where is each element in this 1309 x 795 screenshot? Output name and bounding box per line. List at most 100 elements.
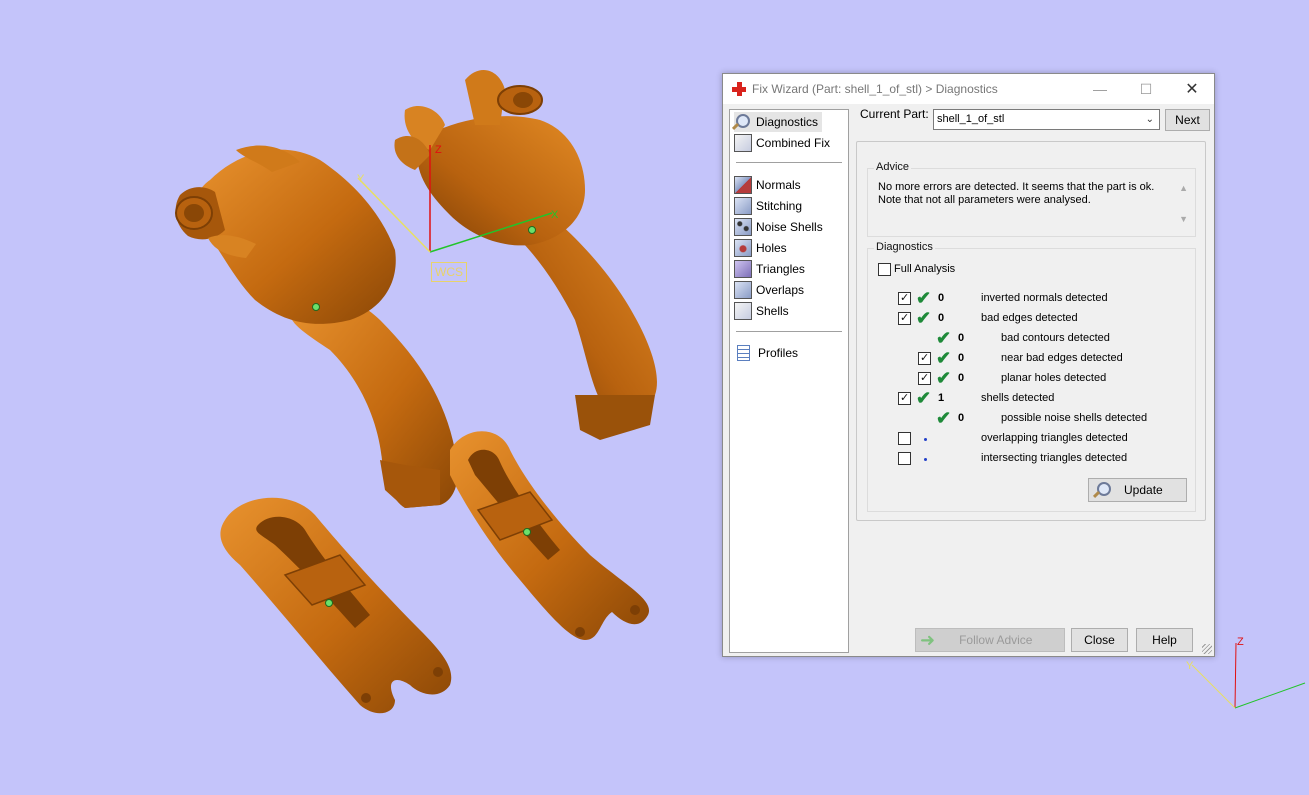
close-window-button[interactable]: ✕ <box>1169 74 1215 104</box>
update-label: Update <box>1124 483 1163 497</box>
advice-text: No more errors are detected. It seems th… <box>878 181 1182 231</box>
axis-x-label: X <box>551 209 559 221</box>
check-icon: ✔ <box>936 368 952 388</box>
right-bracket-model <box>450 431 650 640</box>
pending-dot-icon <box>924 458 927 461</box>
nav-item-diagnostics[interactable]: Diagnostics <box>734 112 823 132</box>
left-bracket-model <box>220 497 452 714</box>
red-cross-icon <box>732 82 746 96</box>
current-part-select[interactable]: shell_1_of_stl ⌄ <box>933 109 1160 130</box>
noise-shells-icon <box>734 218 752 236</box>
minimize-button[interactable]: — <box>1077 74 1123 104</box>
profiles-icon <box>737 345 750 361</box>
row-count: 0 <box>938 312 945 324</box>
nav-item-normals[interactable]: Normals <box>734 175 805 195</box>
nav-item-noise-shells[interactable]: Noise Shells <box>734 217 827 237</box>
row-label: intersecting triangles detected <box>981 452 1128 464</box>
help-button[interactable]: Help <box>1136 628 1193 652</box>
title-bar[interactable]: Fix Wizard (Part: shell_1_of_stl) > Diag… <box>723 74 1214 104</box>
follow-advice-button[interactable]: ➜ Follow Advice <box>915 628 1065 652</box>
check-icon: ✔ <box>936 408 952 428</box>
combined-fix-icon <box>734 134 752 152</box>
nav-divider <box>736 162 842 163</box>
row-label: near bad edges detected <box>1001 352 1123 364</box>
magnifier-icon <box>734 113 752 131</box>
diagnostics-group: Diagnostics Full Analysis ✔ 0 inverted n… <box>867 241 1196 512</box>
nav-item-stitching[interactable]: Stitching <box>734 196 806 216</box>
row-label: overlapping triangles detected <box>981 432 1128 444</box>
nav-label: Holes <box>756 241 787 255</box>
row-label: inverted normals detected <box>981 292 1108 304</box>
nav-label: Shells <box>756 304 789 318</box>
overlaps-icon <box>734 281 752 299</box>
nav-divider <box>736 331 842 332</box>
triangles-icon <box>734 260 752 278</box>
scroll-up-icon[interactable]: ▲ <box>1179 183 1188 193</box>
magnifier-icon <box>1092 481 1111 499</box>
row-label: planar holes detected <box>1001 372 1107 384</box>
maximize-button[interactable]: ☐ <box>1123 74 1169 104</box>
next-button[interactable]: Next <box>1165 109 1210 131</box>
row-label: shells detected <box>981 392 1055 404</box>
row-count: 1 <box>938 392 945 404</box>
triad-z-label: Z <box>1237 636 1244 648</box>
advice-title: Advice <box>874 161 912 173</box>
follow-advice-label: Follow Advice <box>959 633 1033 647</box>
nav-label: Profiles <box>758 346 799 360</box>
row-count: 0 <box>958 352 965 364</box>
nav-item-combined-fix[interactable]: Combined Fix <box>734 133 834 153</box>
nav-item-holes[interactable]: Holes <box>734 238 791 258</box>
nav-label: Noise Shells <box>756 220 823 234</box>
wcs-label: WCS <box>431 262 467 282</box>
axis-y-label: Y <box>357 173 365 185</box>
check-icon: ✔ <box>936 328 952 348</box>
update-button[interactable]: Update <box>1088 478 1187 502</box>
row-checkbox[interactable] <box>898 391 911 405</box>
row-checkbox[interactable] <box>898 452 911 465</box>
left-hand-model <box>175 145 458 508</box>
row-checkbox[interactable] <box>898 291 911 305</box>
nav-label: Overlaps <box>756 283 805 297</box>
nav-item-triangles[interactable]: Triangles <box>734 259 809 279</box>
close-icon: ✕ <box>1185 81 1199 98</box>
shells-icon <box>734 302 752 320</box>
row-checkbox[interactable] <box>898 432 911 445</box>
row-count: 0 <box>958 372 965 384</box>
current-part-label: Current Part: <box>860 107 929 121</box>
axis-z-label: Z <box>435 144 442 156</box>
chevron-down-icon: ⌄ <box>1145 114 1154 125</box>
scroll-down-icon[interactable]: ▼ <box>1179 214 1188 224</box>
maximize-icon: ☐ <box>1139 80 1153 97</box>
advice-group: Advice No more errors are detected. It s… <box>867 161 1196 237</box>
row-count: 0 <box>958 412 965 424</box>
check-icon: ✔ <box>916 288 932 308</box>
row-count: 0 <box>938 292 945 304</box>
nav-item-profiles[interactable]: Profiles <box>734 343 802 363</box>
stitching-icon <box>734 197 752 215</box>
nav-label: Stitching <box>756 199 803 213</box>
diagnostics-title: Diagnostics <box>874 241 935 253</box>
arrow-right-icon: ➜ <box>920 629 936 650</box>
fix-wizard-nav: Diagnostics Combined Fix Normals Stitchi… <box>729 109 849 653</box>
row-label: bad contours detected <box>1001 332 1110 344</box>
row-checkbox[interactable] <box>918 351 931 365</box>
close-button[interactable]: Close <box>1071 628 1128 652</box>
diagnostics-panel: Advice No more errors are detected. It s… <box>856 141 1206 521</box>
full-analysis-label: Full Analysis <box>894 263 956 275</box>
pending-dot-icon <box>924 438 927 441</box>
minimize-icon: — <box>1093 81 1107 97</box>
advice-line-1: No more errors are detected. It seems th… <box>878 181 1155 193</box>
nav-item-shells[interactable]: Shells <box>734 301 793 321</box>
row-label: bad edges detected <box>981 312 1078 324</box>
holes-icon <box>734 239 752 257</box>
nav-label: Combined Fix <box>756 136 831 150</box>
dialog-title: Fix Wizard (Part: shell_1_of_stl) > Diag… <box>752 82 998 96</box>
row-checkbox[interactable] <box>918 371 931 385</box>
current-part-value: shell_1_of_stl <box>937 113 1005 125</box>
resize-grip[interactable] <box>1202 644 1212 654</box>
normals-icon <box>734 176 752 194</box>
nav-item-overlaps[interactable]: Overlaps <box>734 280 808 300</box>
row-checkbox[interactable] <box>898 311 911 325</box>
row-count: 0 <box>958 332 965 344</box>
full-analysis-checkbox[interactable] <box>878 263 891 276</box>
